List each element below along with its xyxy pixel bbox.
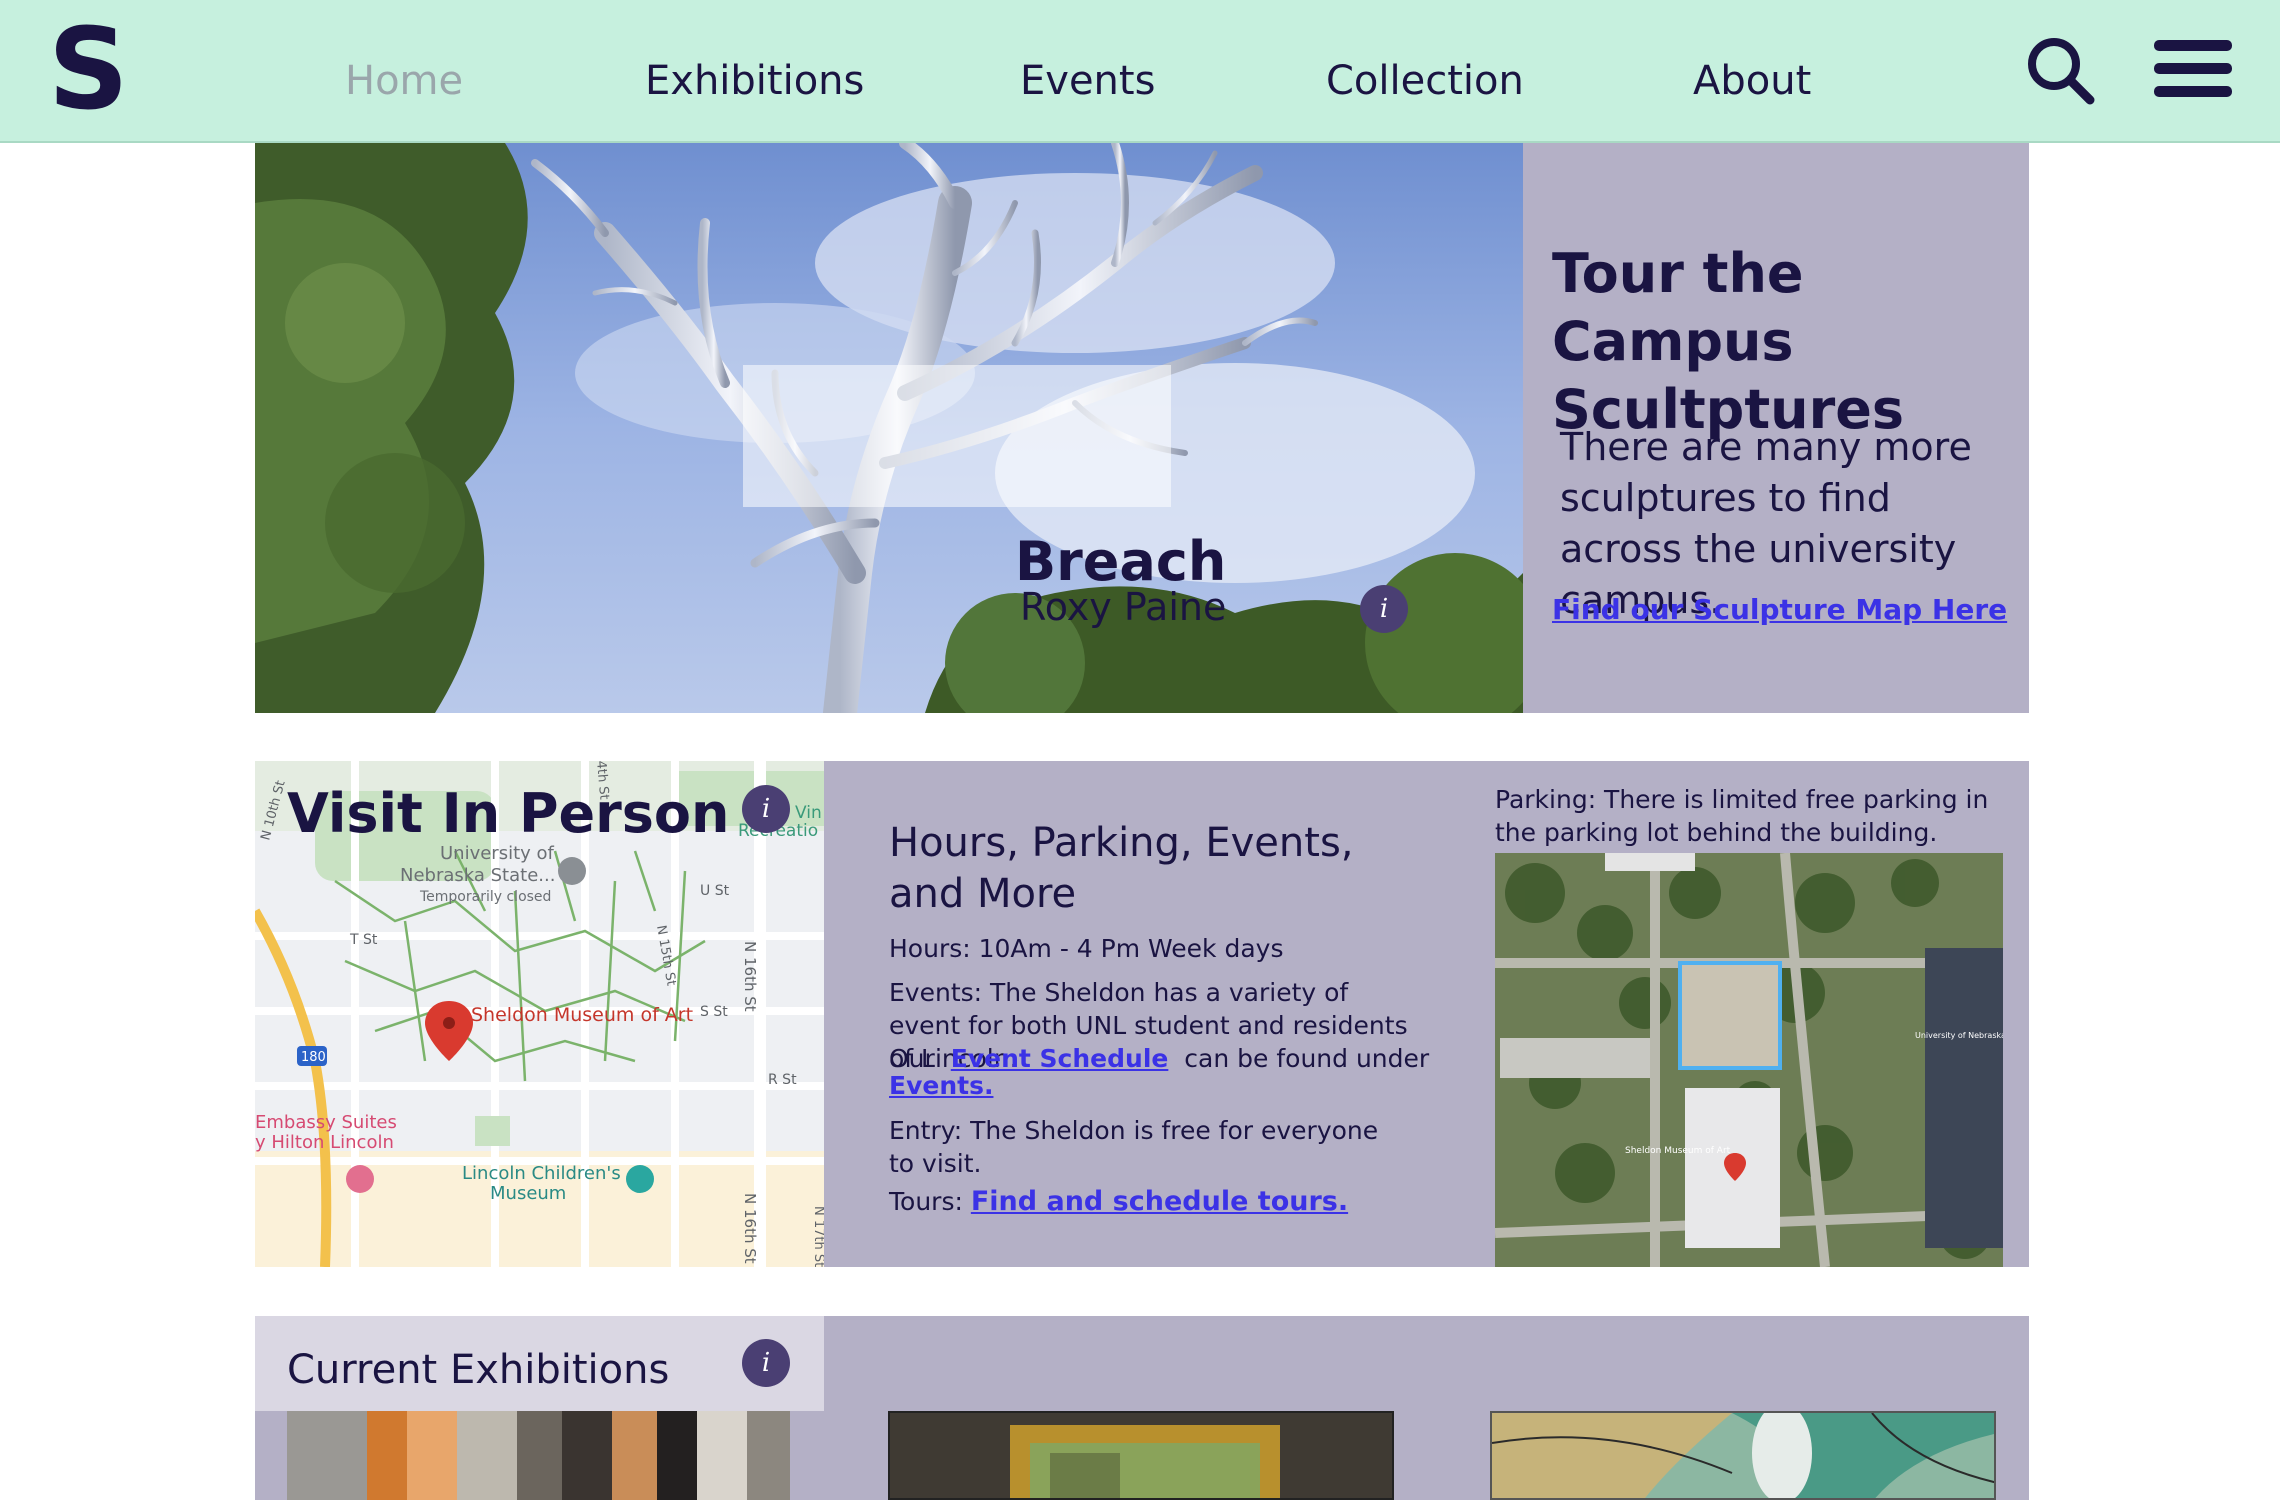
- exhibition-thumbnail-2[interactable]: [888, 1411, 1394, 1500]
- map-label-tst: T St: [349, 932, 378, 948]
- search-icon[interactable]: [2024, 34, 2096, 106]
- tours-line: Tours: Find and schedule tours.: [889, 1185, 1449, 1218]
- found-under-text: can be found under: [1184, 1044, 1430, 1073]
- highway-shield-label: 180: [301, 1050, 326, 1065]
- nav-events[interactable]: Events: [1020, 58, 1155, 104]
- visit-title: Visit In Person: [287, 782, 730, 845]
- map-label-sheldon: Sheldon Museum of Art: [471, 1004, 693, 1026]
- map-label-nebraska: Nebraska State...: [400, 865, 555, 886]
- entry-text: Entry: The Sheldon is free for everyone …: [889, 1116, 1379, 1178]
- sculpture-map-link[interactable]: Find our Sculpture Map Here: [1552, 593, 2007, 626]
- map-label-university: University of: [440, 843, 555, 864]
- artwork-title: Breach: [1015, 530, 1227, 593]
- parking-text: Parking: There is limited free parking i…: [1495, 785, 1989, 847]
- details-title: Hours, Parking, Events, and More: [889, 820, 1354, 917]
- aerial-label-sheldon: Sheldon Museum of Art: [1625, 1146, 1731, 1156]
- hotel-pin-icon: [346, 1165, 374, 1193]
- hamburger-menu-icon[interactable]: [2152, 34, 2234, 106]
- exhibitions-title: Current Exhibitions: [287, 1347, 670, 1393]
- nav-exhibitions[interactable]: Exhibitions: [645, 58, 864, 104]
- artwork-artist: Roxy Paine: [1020, 585, 1227, 629]
- aerial-label-unl: University of Nebraska-Lincoln: [1915, 1031, 2003, 1040]
- top-header: S Home Exhibitions Events Collection Abo…: [0, 0, 2280, 143]
- artwork-caption: [743, 365, 1171, 507]
- map-label-vin: Vin: [795, 803, 822, 823]
- map-label-ust: U St: [700, 883, 730, 899]
- artwork-info-button[interactable]: i: [1360, 585, 1408, 633]
- map-label-museum: Museum: [490, 1183, 566, 1204]
- map-label-rst: R St: [768, 1072, 797, 1088]
- map-label-sst: S St: [700, 1004, 728, 1020]
- map-label-n16b: N 16th St: [741, 1193, 759, 1264]
- map-label-n17: N 17th St: [811, 1206, 824, 1267]
- museum-pin-icon: [626, 1165, 654, 1193]
- tours-link[interactable]: Find and schedule tours.: [971, 1186, 1348, 1217]
- exhibition-thumbnail-3[interactable]: [1490, 1411, 1996, 1500]
- map-label-childrens: Lincoln Children's: [462, 1163, 621, 1184]
- tours-label: Tours:: [889, 1187, 963, 1216]
- nav-about[interactable]: About: [1693, 58, 1811, 104]
- nav-collection[interactable]: Collection: [1326, 58, 1524, 104]
- map-label-closed: Temporarily closed: [419, 889, 551, 905]
- nav-home[interactable]: Home: [345, 58, 463, 104]
- exhibitions-info-button[interactable]: i: [742, 1339, 790, 1387]
- hours-text: Hours: 10Am - 4 Pm Week days: [889, 934, 1284, 963]
- events-link-line: Events.: [889, 1069, 993, 1102]
- hero-title: Tour the Campus Scultptures: [1552, 242, 1904, 441]
- map-label-n16: N 16th St: [741, 941, 759, 1012]
- map-label-hilton: y Hilton Lincoln: [255, 1132, 394, 1153]
- exhibition-thumbnail-1[interactable]: [287, 1411, 790, 1500]
- map-label-embassy: Embassy Suites: [255, 1112, 397, 1133]
- events-link[interactable]: Events.: [889, 1071, 993, 1100]
- aerial-parking-map: Sheldon Museum of Art University of Nebr…: [1495, 853, 2003, 1267]
- site-logo[interactable]: S: [48, 14, 129, 126]
- visit-info-button[interactable]: i: [742, 785, 790, 833]
